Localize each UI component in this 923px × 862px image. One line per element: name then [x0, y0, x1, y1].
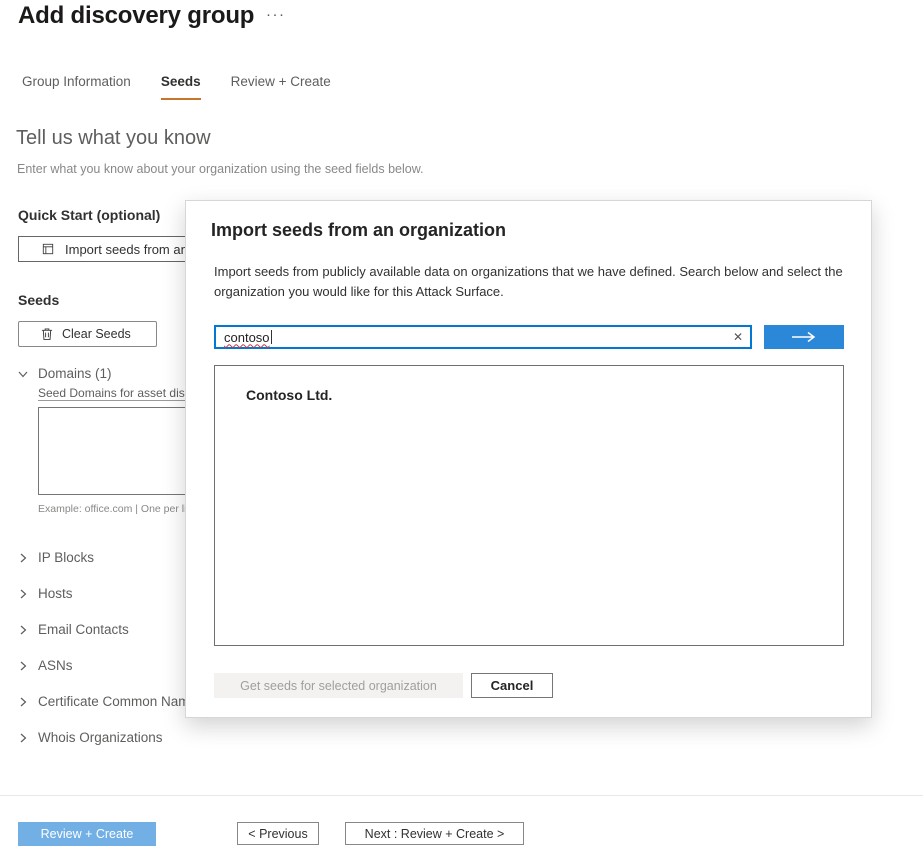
organization-result-item[interactable]: Contoso Ltd.: [246, 387, 843, 403]
seeds-section-label: Seeds: [18, 292, 60, 308]
footer-divider: [0, 795, 923, 796]
review-create-button[interactable]: Review + Create: [18, 822, 156, 846]
section-description: Enter what you know about your organizat…: [17, 162, 424, 176]
chevron-right-icon: [17, 624, 29, 636]
tab-seeds[interactable]: Seeds: [160, 74, 201, 100]
section-hosts[interactable]: Hosts: [17, 586, 73, 601]
arrow-right-icon: [791, 331, 817, 343]
add-discovery-group-page: Add discovery group ··· Group Informatio…: [0, 0, 923, 862]
dialog-title: Import seeds from an organization: [211, 220, 507, 240]
search-submit-button[interactable]: [764, 325, 844, 349]
section-label: Email Contacts: [38, 622, 129, 637]
trash-icon: [41, 328, 53, 340]
organization-results-list: Contoso Ltd.: [214, 365, 844, 646]
tab-review-create[interactable]: Review + Create: [231, 74, 331, 100]
chevron-down-icon: [17, 368, 29, 380]
section-label: Hosts: [38, 586, 73, 601]
wizard-tabs: Group Information Seeds Review + Create: [22, 74, 331, 100]
search-input-value: contoso: [224, 329, 270, 345]
import-seeds-dialog: Import seeds from an organization Import…: [185, 200, 872, 718]
section-certificate-common-names[interactable]: Certificate Common Names: [17, 694, 204, 709]
chevron-right-icon: [17, 696, 29, 708]
more-options-icon[interactable]: ···: [266, 6, 286, 23]
organization-search-input[interactable]: contoso ✕: [214, 325, 752, 349]
chevron-right-icon: [17, 588, 29, 600]
clear-seeds-button-label: Clear Seeds: [62, 327, 131, 341]
section-label: ASNs: [38, 658, 73, 673]
domains-section-label: Domains (1): [38, 366, 112, 381]
section-ip-blocks[interactable]: IP Blocks: [17, 550, 94, 565]
cancel-button[interactable]: Cancel: [471, 673, 553, 698]
chevron-right-icon: [17, 660, 29, 672]
text-caret: [270, 330, 272, 344]
section-domains[interactable]: Domains (1): [17, 366, 112, 381]
import-grid-icon: [42, 243, 54, 255]
next-button[interactable]: Next : Review + Create >: [345, 822, 524, 845]
clear-seeds-button[interactable]: Clear Seeds: [18, 321, 157, 347]
quick-start-label: Quick Start (optional): [18, 207, 161, 223]
section-heading: Tell us what you know: [16, 127, 211, 149]
chevron-right-icon: [17, 552, 29, 564]
page-title: Add discovery group: [18, 2, 255, 29]
section-label: Certificate Common Names: [38, 694, 204, 709]
section-email-contacts[interactable]: Email Contacts: [17, 622, 129, 637]
clear-search-icon[interactable]: ✕: [733, 331, 743, 343]
tab-group-information[interactable]: Group Information: [22, 74, 131, 100]
seed-domains-example-hint: Example: office.com | One per line: [38, 503, 199, 515]
previous-button[interactable]: < Previous: [237, 822, 319, 845]
chevron-right-icon: [17, 732, 29, 744]
section-label: IP Blocks: [38, 550, 95, 565]
get-seeds-button[interactable]: Get seeds for selected organization: [214, 673, 463, 698]
dialog-description: Import seeds from publicly available dat…: [214, 264, 843, 299]
section-whois-organizations[interactable]: Whois Organizations: [17, 730, 163, 745]
section-label: Whois Organizations: [38, 730, 163, 745]
section-asns[interactable]: ASNs: [17, 658, 73, 673]
